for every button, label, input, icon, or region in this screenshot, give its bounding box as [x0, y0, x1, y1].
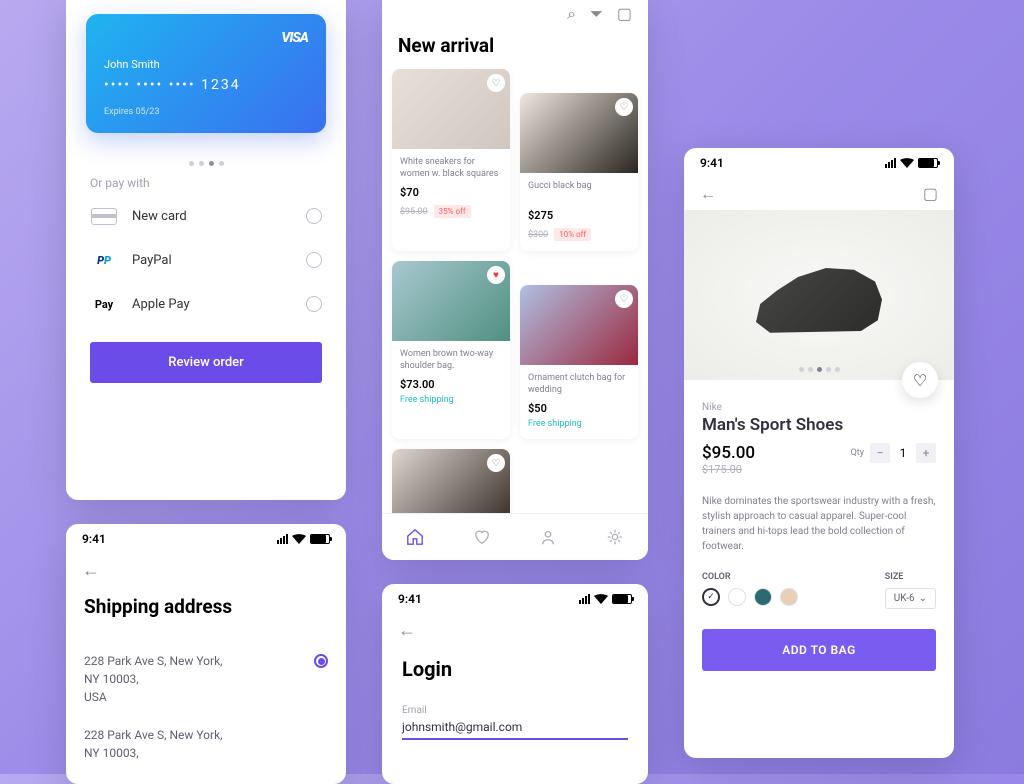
card-brand: VISA: [104, 30, 308, 46]
back-button[interactable]: ←: [382, 614, 648, 647]
favorite-icon[interactable]: ♡: [487, 454, 505, 472]
product-hero[interactable]: ♡: [684, 210, 954, 380]
radio-new-card[interactable]: [306, 208, 322, 224]
product-price: $95.00: [702, 443, 755, 463]
favorite-icon[interactable]: ♥: [487, 266, 505, 284]
product-title: Man's Sport Shoes: [702, 415, 936, 435]
card-holder: John Smith: [104, 58, 308, 71]
color-label: COLOR: [702, 572, 798, 582]
card-icon: [91, 208, 117, 225]
email-label: Email: [402, 705, 628, 716]
product-card[interactable]: ♡ Gucci black bag $275 $30010% off: [520, 93, 638, 251]
favorite-icon[interactable]: ♡: [487, 74, 505, 92]
applepay-icon: Pay: [90, 294, 118, 314]
bag-icon[interactable]: ▢: [923, 184, 938, 204]
product-old-price: $175.00: [702, 463, 755, 476]
radio-address-selected[interactable]: [314, 654, 328, 668]
settings-icon[interactable]: [606, 528, 624, 546]
size-label: SIZE: [885, 572, 936, 582]
bottom-nav: [382, 513, 648, 560]
or-pay-with-label: Or pay with: [66, 172, 346, 194]
color-swatch[interactable]: [754, 588, 772, 606]
pay-option-new-card[interactable]: New card: [66, 194, 346, 238]
email-field[interactable]: johnsmith@gmail.com: [402, 716, 628, 740]
status-time: 9:41: [82, 532, 106, 546]
radio-applepay[interactable]: [306, 296, 322, 312]
color-swatch[interactable]: [728, 588, 746, 606]
section-title: New arrival: [382, 28, 648, 69]
home-icon[interactable]: [406, 528, 424, 546]
product-card[interactable]: ♡ Ornament clutch bag for wedding $50 Fr…: [520, 285, 638, 439]
favorite-icon[interactable]: ♡: [615, 98, 633, 116]
review-order-button[interactable]: Review order: [90, 342, 322, 383]
image-pagination-dots: [799, 367, 840, 372]
pay-option-applepay[interactable]: Pay Apple Pay: [66, 282, 346, 326]
filter-icon[interactable]: ⏷: [590, 4, 603, 24]
back-button[interactable]: ←: [700, 184, 716, 204]
card-number: •••• •••• •••• 1234: [104, 77, 308, 93]
address-item-1[interactable]: 228 Park Ave S, New York, NY 10003, USA: [66, 642, 346, 716]
color-swatch[interactable]: [780, 588, 798, 606]
page-title: Shipping address: [66, 587, 346, 642]
free-shipping-label: Free shipping: [528, 419, 630, 429]
favorite-button[interactable]: ♡: [902, 362, 938, 398]
qty-minus-button[interactable]: −: [870, 443, 890, 463]
status-icons: [885, 158, 938, 168]
status-icons: [579, 594, 632, 604]
next-card-peek[interactable]: [338, 30, 346, 100]
status-time: 9:41: [700, 156, 724, 170]
bag-icon[interactable]: ▢: [617, 4, 632, 24]
payment-screen: VISA John Smith •••• •••• •••• 1234 Expi…: [66, 0, 346, 500]
card-expiry: Expires 05/23: [104, 107, 308, 117]
chevron-down-icon: ⌄: [919, 593, 927, 604]
favorite-icon[interactable]: ♡: [615, 290, 633, 308]
page-title: Login: [382, 647, 648, 691]
pay-option-paypal[interactable]: PP PayPal: [66, 238, 346, 282]
size-select[interactable]: UK-6⌄: [885, 588, 936, 609]
status-icons: [277, 534, 330, 544]
profile-icon[interactable]: [539, 528, 557, 546]
product-description: Nike dominates the sportswear industry w…: [702, 494, 936, 554]
qty-label: Qty: [851, 448, 864, 458]
free-shipping-label: Free shipping: [400, 395, 502, 405]
discount-badge: 35% off: [434, 205, 471, 218]
address-item-2[interactable]: 228 Park Ave S, New York, NY 10003,: [66, 716, 346, 772]
paypal-icon: PP: [90, 250, 118, 270]
shipping-screen: 9:41 ← Shipping address 228 Park Ave S, …: [66, 524, 346, 784]
product-detail-screen: 9:41 ← ▢ ♡ Nike Man's Sport Shoes $95.00…: [684, 148, 954, 758]
add-to-bag-button[interactable]: ADD TO BAG: [702, 629, 936, 671]
qty-value: 1: [896, 446, 910, 460]
radio-paypal[interactable]: [306, 252, 322, 268]
arrival-screen: ⌕ ⏷ ▢ New arrival ♡ White sneakers for w…: [382, 0, 648, 560]
product-card[interactable]: ♡ White sneakers for women w. black squa…: [392, 69, 510, 251]
prev-card-peek[interactable]: [66, 30, 74, 100]
product-card[interactable]: ♥ Women brown two-way shoulder bag. $73.…: [392, 261, 510, 439]
product-image: [749, 250, 889, 340]
color-swatch[interactable]: ✓: [702, 588, 720, 606]
brand-label: Nike: [702, 402, 936, 413]
back-button[interactable]: ←: [66, 554, 346, 587]
status-time: 9:41: [398, 592, 422, 606]
heart-icon[interactable]: [473, 528, 491, 546]
discount-badge: 10% off: [554, 228, 591, 241]
qty-plus-button[interactable]: +: [916, 443, 936, 463]
credit-card[interactable]: VISA John Smith •••• •••• •••• 1234 Expi…: [86, 14, 326, 133]
search-icon[interactable]: ⌕: [567, 4, 576, 24]
card-pagination-dots: [66, 147, 346, 172]
login-screen: 9:41 ← Login Email johnsmith@gmail.com: [382, 584, 648, 784]
